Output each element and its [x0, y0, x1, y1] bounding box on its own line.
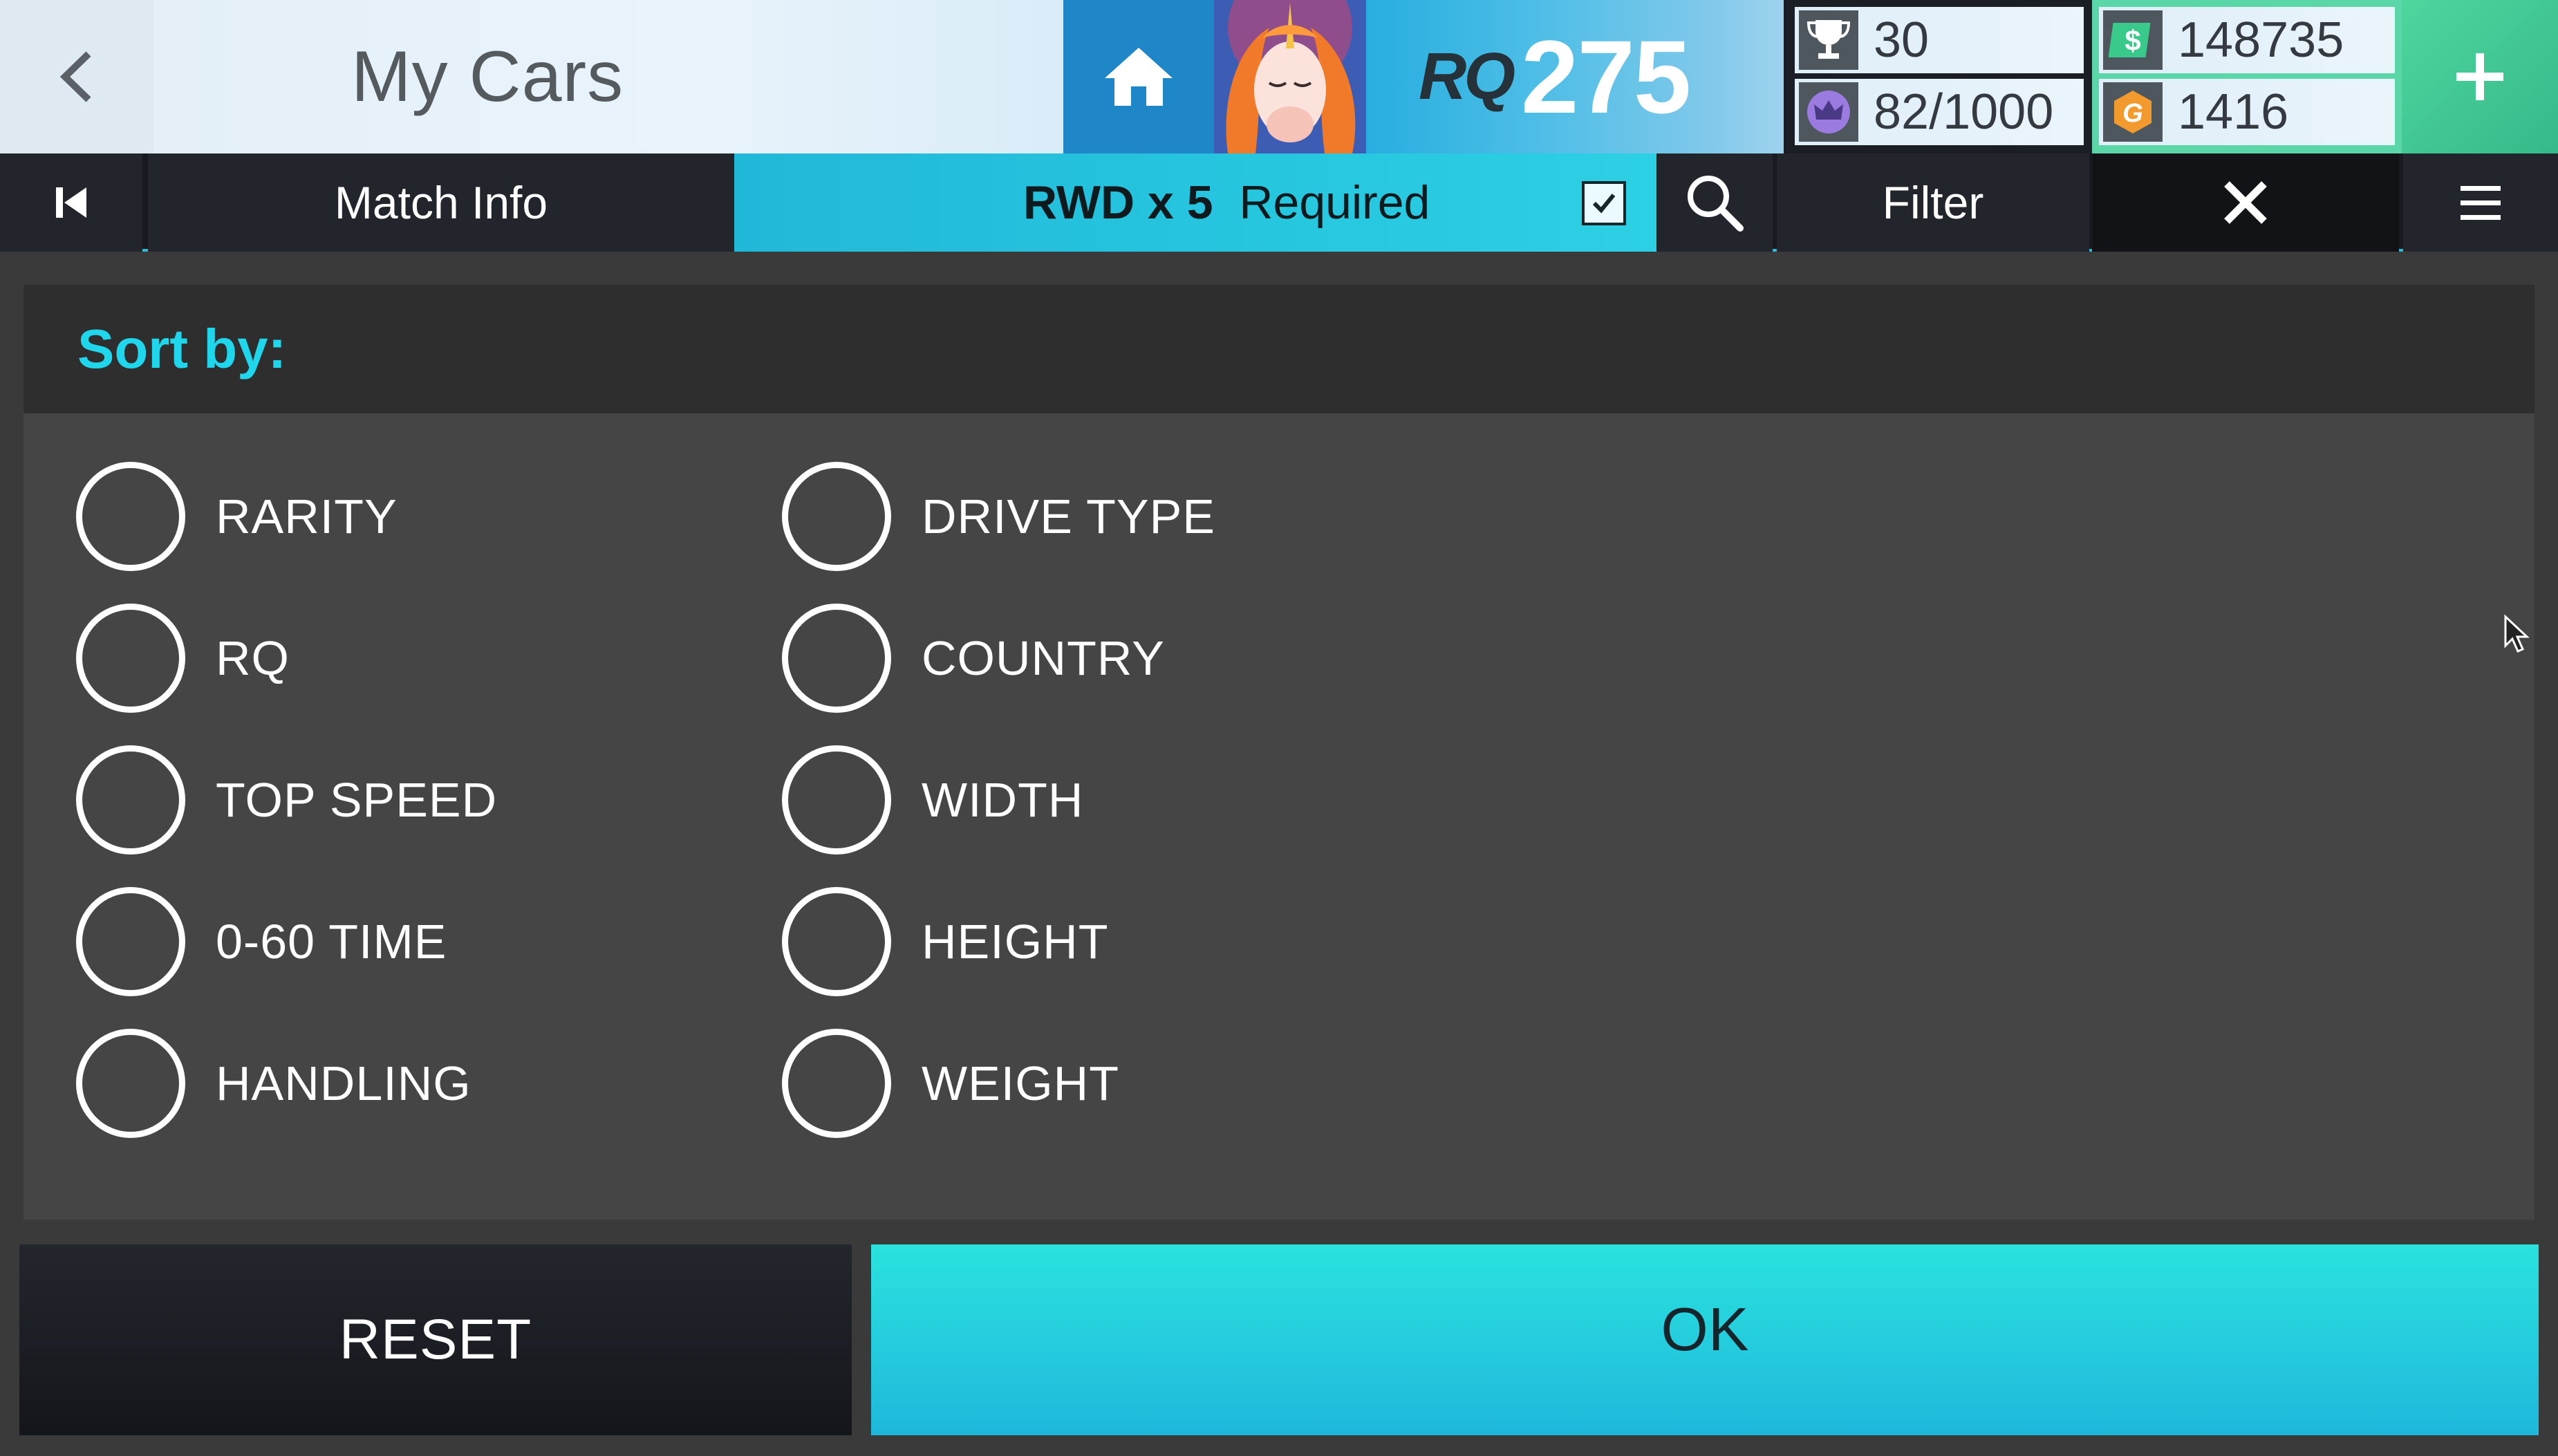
sort-option-label: RQ: [216, 631, 290, 685]
match-info-button[interactable]: Match Info: [148, 153, 734, 252]
svg-text:G: G: [2122, 99, 2143, 128]
home-icon: [1105, 48, 1173, 106]
requirement-text: RWD x 5 Required: [1023, 176, 1430, 230]
home-button[interactable]: [1063, 0, 1214, 153]
title-area: My Cars: [153, 0, 1063, 153]
sort-header: Sort by:: [24, 285, 2534, 413]
trophy-counter: 30: [1795, 7, 2084, 73]
search-icon: [1688, 176, 1744, 232]
crown-count: 82/1000: [1874, 84, 2054, 140]
gold-amount: 1416: [2178, 84, 2289, 140]
ok-button[interactable]: OK: [871, 1244, 2539, 1435]
sort-by-label: Sort by:: [77, 318, 287, 380]
filter-button[interactable]: Filter: [1777, 153, 2089, 252]
plus-icon: [2456, 53, 2503, 100]
radio-button[interactable]: [782, 1029, 891, 1138]
reset-label: RESET: [339, 1308, 532, 1371]
radio-button[interactable]: [782, 462, 891, 571]
trophy-count: 30: [1874, 12, 1930, 68]
requirement-count: RWD x 5: [1023, 176, 1213, 229]
radio-button[interactable]: [782, 887, 891, 996]
radio-button[interactable]: [76, 1029, 185, 1138]
sort-option-label: TOP SPEED: [216, 773, 498, 827]
radio-button[interactable]: [782, 745, 891, 855]
radio-button[interactable]: [76, 604, 185, 713]
gold-icon: G: [2103, 82, 2163, 142]
sort-option-handling[interactable]: HANDLING: [76, 1025, 472, 1142]
requirement-checkbox[interactable]: [1582, 181, 1626, 225]
skip-back-icon: [56, 187, 86, 218]
sort-option-rarity[interactable]: RARITY: [76, 458, 398, 575]
sort-option-label: DRIVE TYPE: [922, 489, 1215, 543]
sort-option-label: WEIGHT: [922, 1056, 1119, 1110]
radio-button[interactable]: [76, 887, 185, 996]
sort-option-top-speed[interactable]: TOP SPEED: [76, 741, 497, 859]
sort-option-label: 0-60 TIME: [216, 915, 447, 969]
radio-button[interactable]: [782, 604, 891, 713]
rq-rating: RQ 275: [1366, 0, 1784, 153]
unicorn-avatar-icon: [1214, 0, 1366, 153]
ok-label: OK: [1661, 1295, 1749, 1363]
trophy-icon: [1799, 10, 1858, 70]
radio-button[interactable]: [76, 462, 185, 571]
sort-option-weight[interactable]: WEIGHT: [782, 1025, 1119, 1142]
add-currency-button[interactable]: [2402, 0, 2558, 153]
skip-back-button[interactable]: [0, 153, 142, 252]
sort-option-width[interactable]: WIDTH: [782, 741, 1083, 859]
filter-label: Filter: [1882, 177, 1984, 228]
chevron-left-icon: [59, 51, 91, 102]
search-button[interactable]: [1656, 153, 1773, 252]
sort-option-label: COUNTRY: [922, 631, 1165, 685]
back-button[interactable]: [0, 0, 153, 153]
hamburger-menu-icon: [2461, 186, 2501, 220]
avatar[interactable]: [1214, 0, 1366, 153]
rq-logo: RQ: [1419, 39, 1515, 113]
mouse-cursor-icon: [2504, 614, 2530, 653]
checkmark-icon: [1592, 194, 1616, 214]
svg-text:$: $: [2125, 24, 2140, 57]
requirement-label: Required: [1239, 176, 1430, 229]
close-button[interactable]: [2092, 153, 2399, 252]
crown-icon: [1799, 82, 1858, 142]
close-icon: [2224, 181, 2267, 224]
gold-counter: G 1416: [2099, 79, 2395, 145]
reset-button[interactable]: RESET: [19, 1244, 852, 1435]
sort-option-label: RARITY: [216, 489, 398, 543]
sort-option-height[interactable]: HEIGHT: [782, 883, 1108, 1000]
cash-icon: $: [2103, 10, 2163, 70]
match-info-label: Match Info: [334, 177, 548, 228]
requirement-bar[interactable]: RWD x 5 Required: [734, 153, 1656, 252]
sort-option-label: HEIGHT: [922, 915, 1109, 969]
page-title: My Cars: [351, 36, 624, 117]
sort-option-0-60-time[interactable]: 0-60 TIME: [76, 883, 447, 1000]
sort-option-rq[interactable]: RQ: [76, 599, 290, 717]
sort-option-label: HANDLING: [216, 1056, 472, 1110]
menu-button[interactable]: [2403, 153, 2558, 252]
sort-option-country[interactable]: COUNTRY: [782, 599, 1165, 717]
rq-value: 275: [1521, 18, 1691, 135]
sort-option-drive-type[interactable]: DRIVE TYPE: [782, 458, 1215, 575]
crown-counter: 82/1000: [1795, 79, 2084, 145]
cash-amount: 148735: [2178, 12, 2344, 68]
radio-button[interactable]: [76, 745, 185, 855]
sort-option-label: WIDTH: [922, 773, 1084, 827]
cash-counter: $ 148735: [2099, 7, 2395, 73]
